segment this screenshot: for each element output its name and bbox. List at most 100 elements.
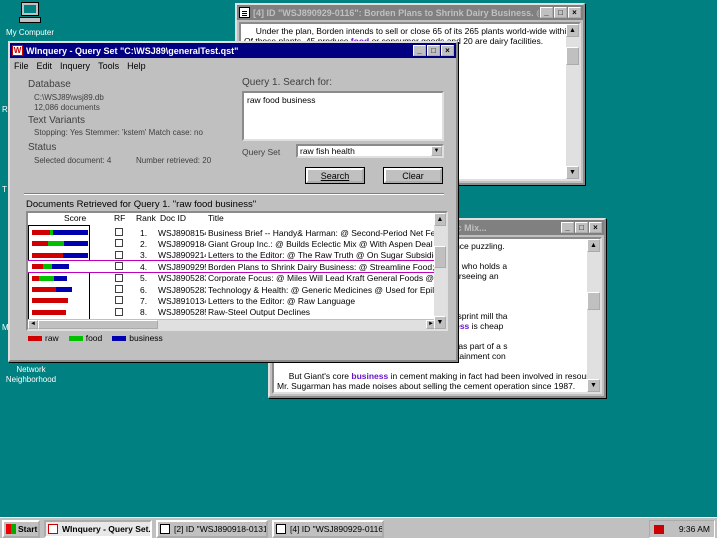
table-row[interactable]: 4. WSJ8909295 Borden Plans to Shrink Dairy… [28,260,437,274]
app-icon [48,524,58,534]
results-list[interactable]: Score RF Rank Doc ID Title 1. WSJ8908154 B… [26,211,448,331]
relevance-checkbox[interactable] [115,296,123,305]
scroll-down-arrow[interactable]: ▼ [587,379,600,392]
column-docid[interactable]: Doc ID [160,213,186,223]
score-segment-business [51,264,70,270]
search-button-label: Search [320,171,350,181]
scroll-thumb[interactable] [566,47,579,65]
chevron-down-icon[interactable]: ▼ [431,146,442,156]
search-button[interactable]: Search [305,167,365,184]
query-textarea[interactable]: raw food business [242,91,444,141]
relevance-checkbox[interactable] [115,285,123,293]
relevance-checkbox[interactable] [115,307,123,316]
title-cell: Technology & Health: @ Generic Medicines… [208,284,436,295]
rank-cell: 1. [140,227,148,238]
windows-logo-icon [6,524,16,534]
scroll-up-arrow[interactable]: ▲ [566,24,579,37]
scroll-up-arrow[interactable]: ▲ [587,239,600,252]
score-segment-raw [32,264,44,270]
vertical-scrollbar[interactable]: ▲ ▼ [434,213,446,329]
docid-cell: WSJ8909184 [158,238,206,249]
menu-tools[interactable]: Tools [98,61,119,71]
scroll-up-arrow[interactable]: ▲ [434,213,446,226]
scroll-thumb[interactable] [434,246,446,268]
menu-help[interactable]: Help [127,61,146,71]
database-path: C:\WSJ89\wsj89.db [34,93,104,102]
relevance-checkbox[interactable] [115,250,123,259]
selected-document: Selected document: 4 [34,156,112,165]
table-row[interactable]: 8. WSJ8905285 Raw-Steel Output Declines [28,307,436,318]
scroll-down-arrow[interactable]: ▼ [434,316,446,329]
scroll-left-arrow[interactable]: ◄ [28,320,38,329]
vertical-scrollbar[interactable]: ▲ ▼ [587,239,600,392]
results-header: Score RF Rank Doc ID Title [28,213,436,225]
score-segment-raw [32,252,63,258]
scroll-down-arrow[interactable]: ▼ [566,166,579,179]
column-score[interactable]: Score [64,213,86,223]
score-bar [32,287,88,292]
rank-cell: 7. [140,295,148,306]
taskbar-button-doc4[interactable]: [4] ID "WSJ890929-0116... [272,520,384,538]
menu-inquery[interactable]: Inquery [60,61,90,71]
column-rank[interactable]: Rank [136,213,156,223]
query-text: raw food business [247,95,316,105]
maximize-button[interactable]: □ [554,7,567,18]
title-cell: Borden Plans to Shrink Dairy Business: @… [208,261,436,272]
status-heading: Status [28,142,57,153]
menu-bar: File Edit Inquery Tools Help [10,58,456,73]
table-row[interactable]: 3. WSJ8909214 Letters to the Editor: @ The… [28,250,436,261]
minimize-button[interactable]: _ [413,45,426,56]
scroll-thumb[interactable] [587,292,600,310]
scroll-thumb[interactable] [38,320,158,329]
app-icon: W [12,45,23,56]
relevance-checkbox[interactable] [115,228,123,236]
start-button[interactable]: Start [2,520,40,538]
rank-cell: 3. [140,250,148,261]
clear-button[interactable]: Clear [383,167,443,184]
title-cell: Raw-Steel Output Declines [208,307,311,318]
my-computer-icon[interactable]: My Computer [0,2,60,38]
score-segment-raw [32,298,69,304]
close-button[interactable]: × [568,7,581,18]
title-bar[interactable]: [4] ID "WSJ890929-0116": Borden Plans to… [237,5,583,20]
score-segment-business [53,230,88,235]
close-button[interactable]: × [441,45,454,56]
table-row[interactable]: 6. WSJ8905283 Technology & Health: @ Gener… [28,284,436,295]
close-button[interactable]: × [589,222,602,233]
text-span: in cement making in fact had been involv… [390,371,597,381]
query-set-select[interactable]: raw fish health ▼ [296,144,444,158]
table-row[interactable]: 1. WSJ8908154 Business Brief -- Handy& Har… [28,227,436,238]
menu-file[interactable]: File [14,61,29,71]
table-row[interactable]: 5. WSJ8905283 Corporate Focus: @ Miles Wil… [28,273,436,284]
table-row[interactable]: 2. WSJ8909184 Giant Group Inc.: @ Builds E… [28,238,436,249]
database-heading: Database [28,79,71,90]
minimize-button[interactable]: _ [540,7,553,18]
relevance-checkbox[interactable] [115,273,123,282]
relevance-checkbox[interactable] [115,262,123,271]
volume-icon[interactable] [654,525,664,534]
table-row[interactable]: 7. WSJ8910134 Letters to the Editor: @ Raw… [28,295,436,306]
maximize-button[interactable]: □ [575,222,588,233]
taskbar-button-winquery[interactable]: WInquery - Query Set... [44,520,152,538]
relevance-checkbox[interactable] [115,239,123,248]
column-title[interactable]: Title [208,213,224,223]
number-retrieved: Number retrieved: 20 [136,156,212,165]
title-bar[interactable]: W WInquery - Query Set "C:\WSJ89\general… [10,43,456,58]
desktop-icon-fragment: R [2,105,8,114]
maximize-button[interactable]: □ [427,45,440,56]
score-legend: raw food business [28,333,163,343]
clock: 9:36 AM [678,524,710,534]
minimize-button[interactable]: _ [561,222,574,233]
docid-cell: WSJ8909214 [158,250,206,261]
score-segment-raw [32,230,50,235]
winquery-main-window[interactable]: W WInquery - Query Set "C:\WSJ89\general… [8,41,458,362]
column-rf[interactable]: RF [114,213,125,223]
score-bar [32,241,88,247]
score-segment-raw [32,309,66,315]
menu-edit[interactable]: Edit [37,61,53,71]
score-segment-business [64,241,88,247]
vertical-scrollbar[interactable]: ▲ ▼ [566,24,579,179]
horizontal-scrollbar[interactable]: ◄ ► [28,319,436,329]
taskbar-button-doc2[interactable]: [2] ID "WSJ890918-0131... [156,520,268,538]
window-title: WInquery - Query Set "C:\WSJ89\generalTe… [26,45,239,56]
